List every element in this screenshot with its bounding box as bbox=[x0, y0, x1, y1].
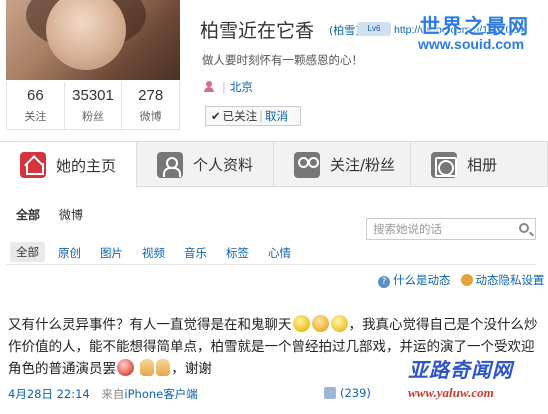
avatar[interactable] bbox=[6, 0, 180, 80]
victory-hand-icon bbox=[156, 359, 171, 376]
filter-videos[interactable]: 视频 bbox=[142, 245, 165, 261]
tab-home[interactable]: 她的主页 bbox=[0, 142, 137, 188]
watermark-logo-bottom: 亚路奇闻网 bbox=[408, 358, 513, 382]
post-source: 来自iPhone客户端 bbox=[101, 387, 197, 401]
stat-value: 35301 bbox=[72, 87, 114, 104]
emoji-icon bbox=[117, 359, 134, 376]
profile-bio: 做人要时刻怀有一颗感恩的心！ bbox=[202, 53, 363, 67]
shy-emoji-icon bbox=[311, 315, 329, 332]
people-icon bbox=[294, 151, 320, 178]
profile-name: 柏雪近在它香 bbox=[200, 20, 315, 42]
tab-label: 相册 bbox=[467, 156, 498, 174]
follow-status: ✔ 已关注 | 取消 bbox=[205, 106, 301, 126]
stat-value: 278 bbox=[138, 87, 164, 104]
profile-header: 66 关注 35301 粉丝 278 微博 柏雪近在它香 (柏雪) Lv6 ht… bbox=[0, 0, 548, 140]
ok-hand-icon bbox=[140, 359, 155, 376]
tab-label: 个人资料 bbox=[193, 156, 254, 174]
filter-all[interactable]: 全部 bbox=[10, 242, 45, 262]
stat-following[interactable]: 66 关注 bbox=[7, 82, 65, 129]
stat-label: 微博 bbox=[139, 110, 162, 123]
subnav-weibo[interactable]: 微博 bbox=[59, 206, 83, 223]
search-icon[interactable] bbox=[519, 223, 529, 233]
profile-tabs: 她的主页 个人资料 关注/粉丝 相册 bbox=[0, 141, 548, 188]
watermark-bottom: 亚路奇闻网 www.yaluw.com bbox=[408, 354, 546, 410]
grin-emoji-icon bbox=[292, 315, 310, 332]
camera-icon bbox=[431, 151, 457, 178]
subnav-all[interactable]: 全部 bbox=[16, 206, 40, 223]
confused-emoji-icon bbox=[330, 315, 348, 332]
tab-follow-fans[interactable]: 关注/粉丝 bbox=[274, 142, 411, 187]
tab-album[interactable]: 相册 bbox=[411, 142, 548, 187]
profile-stats: 66 关注 35301 粉丝 278 微博 bbox=[6, 82, 180, 130]
help-icon: ? bbox=[378, 276, 390, 288]
person-icon bbox=[157, 151, 183, 178]
check-icon: ✔ bbox=[211, 109, 221, 123]
stat-label: 关注 bbox=[24, 110, 47, 123]
post-date[interactable]: 4月28日 22:14 bbox=[8, 387, 90, 401]
stat-followers[interactable]: 35301 粉丝 bbox=[65, 82, 123, 129]
avatar-face bbox=[46, 0, 126, 70]
filter-mood[interactable]: 心情 bbox=[268, 245, 291, 261]
like-button[interactable]: (239) bbox=[324, 386, 371, 400]
stat-posts[interactable]: 278 微博 bbox=[122, 82, 179, 129]
profile-location: | 北京 bbox=[204, 79, 253, 95]
profile-alias: (柏雪) bbox=[329, 24, 360, 37]
watermark-logo-top: 世界之最网 bbox=[420, 14, 530, 38]
home-icon bbox=[20, 152, 46, 178]
tab-profile-info[interactable]: 个人资料 bbox=[137, 142, 274, 187]
like-count: (239) bbox=[340, 386, 371, 400]
female-icon bbox=[204, 81, 214, 92]
thumb-up-icon bbox=[324, 387, 336, 399]
source-prefix: 来自 bbox=[101, 387, 125, 401]
divider: | bbox=[259, 109, 264, 123]
filter-music[interactable]: 音乐 bbox=[184, 245, 207, 261]
dynamics-links: ? 什么是动态 动态隐私设置 bbox=[378, 272, 545, 288]
post-text: ，谢谢 bbox=[171, 361, 212, 377]
location-text[interactable]: 北京 bbox=[230, 80, 253, 94]
watermark-url-top: www.souid.com bbox=[418, 36, 525, 52]
divider: | bbox=[222, 80, 226, 94]
what-is-dynamics-link[interactable]: 什么是动态 bbox=[393, 273, 451, 287]
feed-filters: 全部 原创 图片 视频 音乐 标签 心情 bbox=[6, 241, 536, 265]
level-badge[interactable]: Lv6 bbox=[357, 22, 391, 36]
stat-value: 66 bbox=[26, 87, 44, 104]
tab-label: 她的主页 bbox=[56, 156, 117, 175]
dynamics-privacy-link[interactable]: 动态隐私设置 bbox=[476, 273, 545, 287]
stat-label: 粉丝 bbox=[82, 110, 104, 123]
filter-original[interactable]: 原创 bbox=[58, 245, 81, 261]
filter-tags[interactable]: 标签 bbox=[226, 245, 249, 261]
post-text: 又有什么灵异事件？有人一直觉得是在和鬼聊天 bbox=[8, 317, 292, 333]
source-client-link[interactable]: iPhone客户端 bbox=[124, 387, 197, 401]
filter-images[interactable]: 图片 bbox=[100, 245, 123, 261]
search-input[interactable]: 搜索她说的话 bbox=[366, 218, 536, 240]
unfollow-button[interactable]: 取消 bbox=[265, 109, 288, 123]
watermark-url-bottom: www.yaluw.com bbox=[408, 385, 494, 400]
followed-label: 已关注 bbox=[222, 109, 258, 123]
tab-label: 关注/粉丝 bbox=[330, 156, 396, 174]
privacy-icon bbox=[460, 274, 473, 286]
search-placeholder: 搜索她说的话 bbox=[373, 222, 442, 236]
